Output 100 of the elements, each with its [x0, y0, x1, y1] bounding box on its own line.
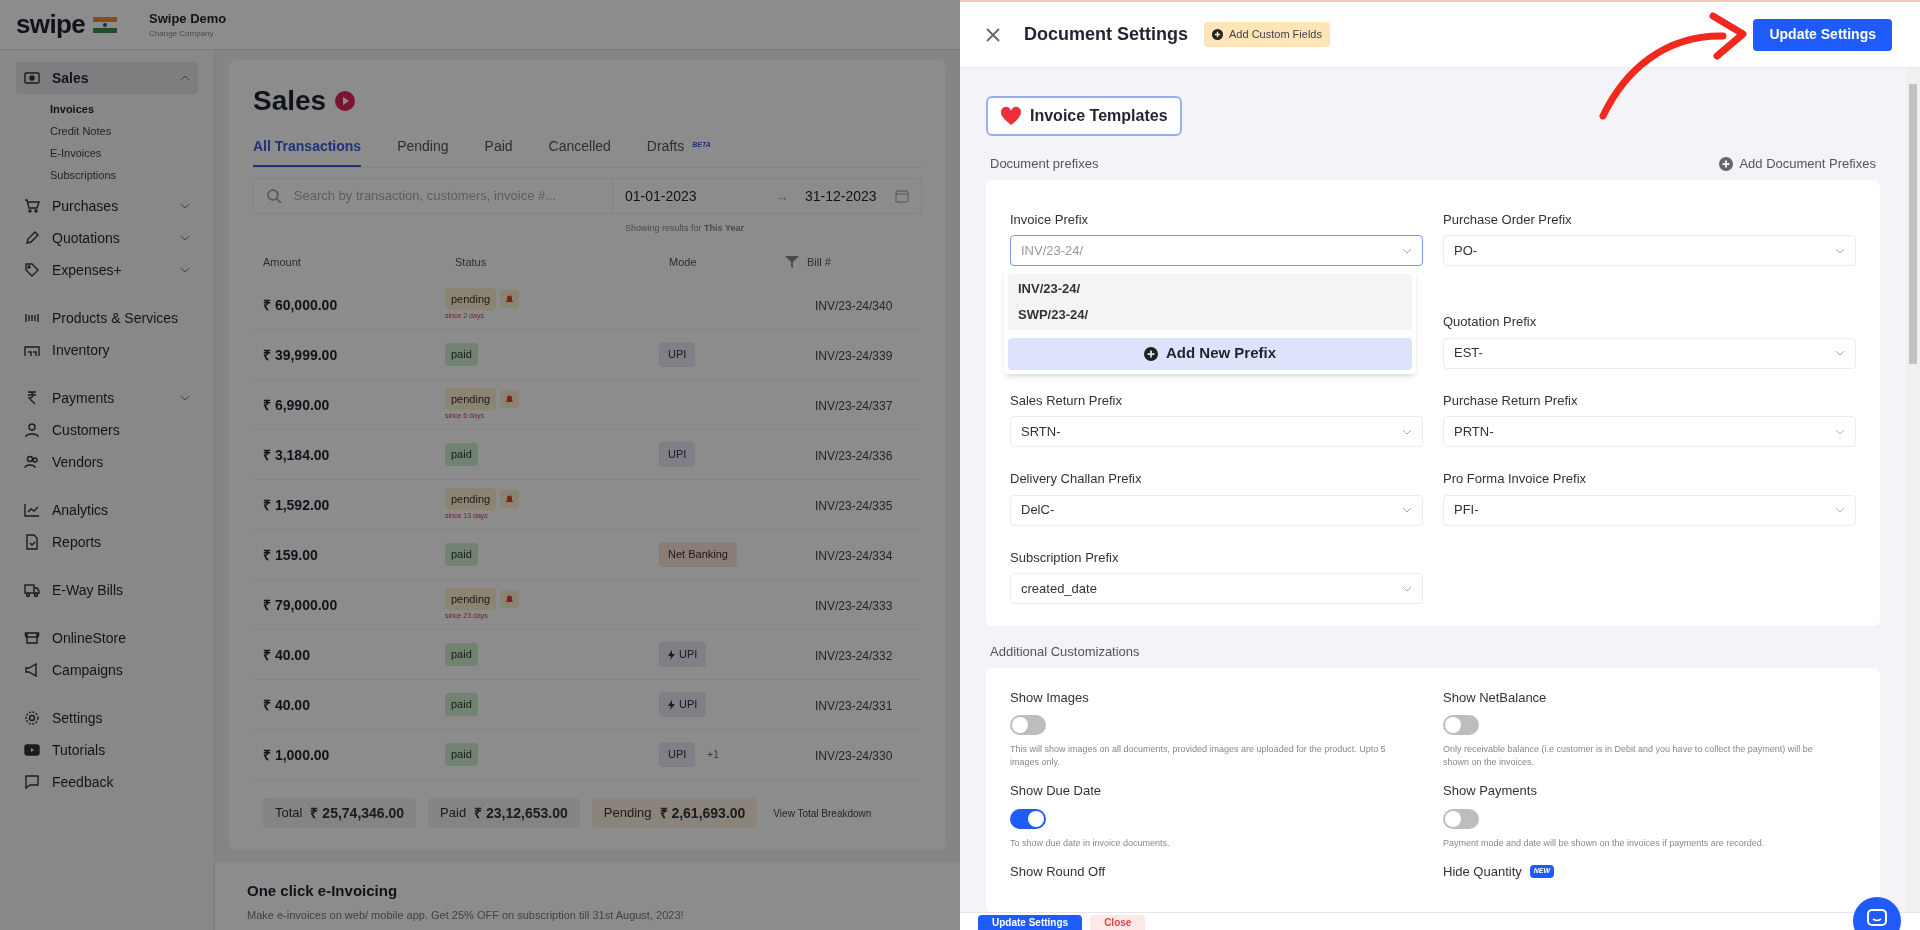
- bill-number: INV/23-24/333: [815, 598, 893, 613]
- submenu-item[interactable]: E-Invoices: [50, 142, 198, 164]
- gear-icon: [24, 710, 40, 726]
- bill-number: INV/23-24/334: [815, 548, 893, 563]
- view-breakdown-link[interactable]: View Total Breakdown: [773, 805, 872, 821]
- more-count: +1: [707, 748, 719, 762]
- select-field[interactable]: PO-: [1443, 235, 1856, 266]
- toggle-label: Show NetBalance: [1443, 688, 1547, 707]
- sidebar-item[interactable]: Products & Services: [16, 302, 198, 334]
- play-icon[interactable]: [334, 90, 357, 112]
- status-badge: paid: [445, 643, 478, 666]
- sidebar-item[interactable]: Customers: [16, 414, 198, 446]
- field-label: Purchase Order Prefix: [1443, 210, 1573, 229]
- add-custom-fields-button[interactable]: Add Custom Fields: [1204, 22, 1330, 47]
- select-field[interactable]: created_date: [1010, 573, 1423, 604]
- filter-icon[interactable]: [785, 256, 799, 268]
- submenu-item[interactable]: Invoices: [50, 98, 198, 120]
- date-range-field[interactable]: 01-01-2023 → 31-12-2023: [613, 178, 922, 214]
- amount-cell: ₹ 1,000.00: [263, 746, 330, 763]
- footer-button[interactable]: Close: [1090, 915, 1146, 930]
- sidebar-item[interactable]: Reports: [16, 526, 198, 558]
- megaphone-icon: [24, 662, 40, 678]
- column-header: Status: [455, 254, 487, 270]
- mode-badge: UPI: [659, 692, 707, 717]
- submenu-item[interactable]: Subscriptions: [50, 164, 198, 186]
- add-document-prefixes-button[interactable]: Add Document Prefixes: [1719, 154, 1876, 174]
- amount-cell: ₹ 79,000.00: [263, 596, 338, 613]
- sidebar-item[interactable]: Campaigns: [16, 654, 198, 686]
- select-field[interactable]: SRTN-: [1010, 416, 1423, 447]
- bell-icon[interactable]: [500, 289, 520, 308]
- toggle-label: Hide Quantity: [1443, 862, 1522, 881]
- add-new-prefix-button[interactable]: Add New Prefix: [1008, 337, 1412, 370]
- sidebar-item[interactable]: Vendors: [16, 446, 198, 478]
- section-title: Additional Customizations: [989, 643, 1141, 661]
- select-field[interactable]: EST-: [1443, 337, 1856, 369]
- invoice-templates-button[interactable]: Invoice Templates: [986, 96, 1182, 136]
- mode-badge: UPI: [659, 342, 696, 367]
- dropdown-option[interactable]: INV/23-24/: [1008, 275, 1412, 302]
- bell-icon[interactable]: [500, 589, 520, 608]
- submenu-item[interactable]: Credit Notes: [50, 120, 198, 142]
- column-header: Bill #: [807, 254, 831, 270]
- plus-circle-icon: [1212, 29, 1223, 40]
- calendar-icon: [895, 189, 909, 203]
- select-field[interactable]: PFI-: [1443, 494, 1856, 526]
- sidebar-item[interactable]: Feedback: [16, 766, 198, 798]
- sidebar-item[interactable]: Purchases: [16, 190, 198, 222]
- chat-bubble-icon: [24, 774, 40, 790]
- footer-button[interactable]: Update Settings: [978, 915, 1083, 930]
- bell-icon[interactable]: [500, 389, 520, 408]
- status-badge: pending: [445, 387, 497, 410]
- amount-cell: ₹ 3,184.00: [263, 446, 330, 463]
- field-label: Delivery Challan Prefix: [1010, 470, 1143, 488]
- status-badge: paid: [445, 543, 478, 566]
- field-label: Pro Forma Invoice Prefix: [1443, 470, 1588, 488]
- dropdown-option[interactable]: SWP/23-24/: [1008, 301, 1412, 328]
- date-to: 31-12-2023: [805, 186, 878, 206]
- tab[interactable]: All Transactions: [253, 136, 362, 157]
- toggle-switch[interactable]: [1010, 715, 1046, 735]
- plus-circle-icon: [1719, 156, 1734, 171]
- select-field[interactable]: INV/23-24/: [1010, 235, 1423, 266]
- mode-badge: UPI: [659, 642, 707, 667]
- search-icon: [266, 188, 282, 204]
- select-field[interactable]: PRTN-: [1443, 416, 1856, 447]
- sidebar-item[interactable]: Quotations: [16, 222, 198, 254]
- sidebar-item[interactable]: Inventory: [16, 334, 198, 366]
- tab[interactable]: Pending: [397, 136, 449, 157]
- person-icon: [24, 422, 40, 438]
- chevron-down-icon: [1402, 428, 1412, 435]
- toggle-switch[interactable]: [1443, 715, 1479, 735]
- company-name[interactable]: Swipe Demo: [149, 8, 227, 29]
- sidebar-item[interactable]: Analytics: [16, 494, 198, 526]
- change-company-link[interactable]: Change Company: [149, 28, 227, 41]
- scrollbar[interactable]: [1906, 68, 1920, 912]
- update-settings-button[interactable]: Update Settings: [1753, 18, 1892, 51]
- sidebar-item[interactable]: OnlineStore: [16, 622, 198, 654]
- amount-cell: ₹ 159.00: [263, 546, 318, 563]
- close-icon[interactable]: [986, 27, 1000, 42]
- tab[interactable]: Cancelled: [548, 136, 611, 157]
- flag-icon: [93, 16, 117, 33]
- chart-icon: [24, 502, 40, 518]
- bill-number: INV/23-24/336: [815, 448, 893, 463]
- select-field[interactable]: DelC-: [1010, 494, 1423, 526]
- amount-cell: ₹ 1,592.00: [263, 496, 330, 513]
- toggle-switch[interactable]: [1443, 808, 1479, 829]
- sidebar-item[interactable]: Sales: [16, 62, 198, 94]
- toggle-description: To show due date in invoice documents.: [1010, 836, 1171, 850]
- tab[interactable]: Drafts: [646, 136, 685, 157]
- sidebar-item[interactable]: Settings: [16, 702, 198, 734]
- sidebar-item[interactable]: Expenses+: [16, 254, 198, 286]
- toggle-switch[interactable]: [1010, 808, 1046, 829]
- bell-icon[interactable]: [500, 489, 520, 508]
- sidebar-item[interactable]: Payments: [16, 382, 198, 414]
- bill-number: INV/23-24/340: [815, 298, 893, 313]
- field-label: Subscription Prefix: [1010, 548, 1120, 567]
- chevron-down-icon: [1402, 247, 1412, 254]
- field-label: Purchase Return Prefix: [1443, 391, 1579, 410]
- tab[interactable]: Paid: [484, 136, 513, 157]
- sidebar-item[interactable]: Tutorials: [16, 734, 198, 766]
- sidebar-item[interactable]: E-Way Bills: [16, 574, 198, 606]
- date-arrow: →: [775, 186, 789, 206]
